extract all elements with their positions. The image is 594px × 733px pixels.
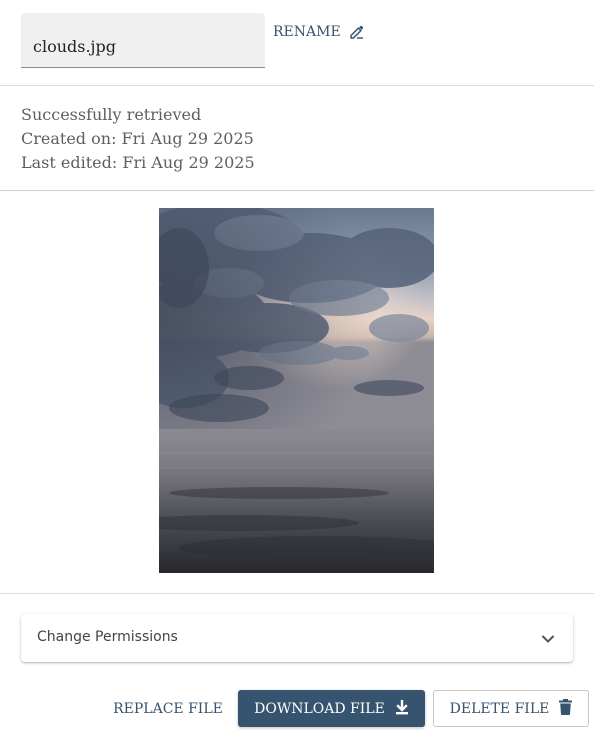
trash-icon: [559, 698, 573, 719]
delete-file-button[interactable]: DELETE FILE: [433, 690, 589, 727]
divider-image: [0, 593, 594, 594]
created-date: Created on: Fri Aug 29 2025: [21, 129, 254, 148]
divider-top: [0, 85, 594, 86]
filename-row: clouds.jpg RENAME: [0, 0, 594, 86]
pencil-icon: [349, 24, 365, 40]
replace-file-label: REPLACE FILE: [113, 700, 223, 717]
clouds-image: [159, 208, 434, 573]
filename-value[interactable]: clouds.jpg: [33, 39, 116, 55]
rename-button[interactable]: RENAME: [273, 22, 365, 42]
image-preview: [159, 208, 434, 573]
delete-file-label: DELETE FILE: [449, 700, 550, 717]
file-info: Successfully retrieved Created on: Fri A…: [21, 103, 255, 175]
download-file-label: DOWNLOAD FILE: [254, 700, 385, 717]
change-permissions-label: Change Permissions: [37, 629, 178, 645]
divider-info: [0, 190, 594, 191]
filename-field[interactable]: clouds.jpg: [21, 13, 265, 68]
edited-date: Last edited: Fri Aug 29 2025: [21, 153, 255, 172]
rename-label: RENAME: [273, 24, 341, 40]
chevron-down-icon[interactable]: [541, 631, 555, 650]
download-file-button[interactable]: DOWNLOAD FILE: [238, 690, 425, 727]
status-text: Successfully retrieved: [21, 105, 202, 124]
change-permissions-accordion[interactable]: Change Permissions: [21, 614, 573, 662]
replace-file-button[interactable]: REPLACE FILE: [106, 690, 230, 727]
download-icon: [395, 699, 409, 719]
